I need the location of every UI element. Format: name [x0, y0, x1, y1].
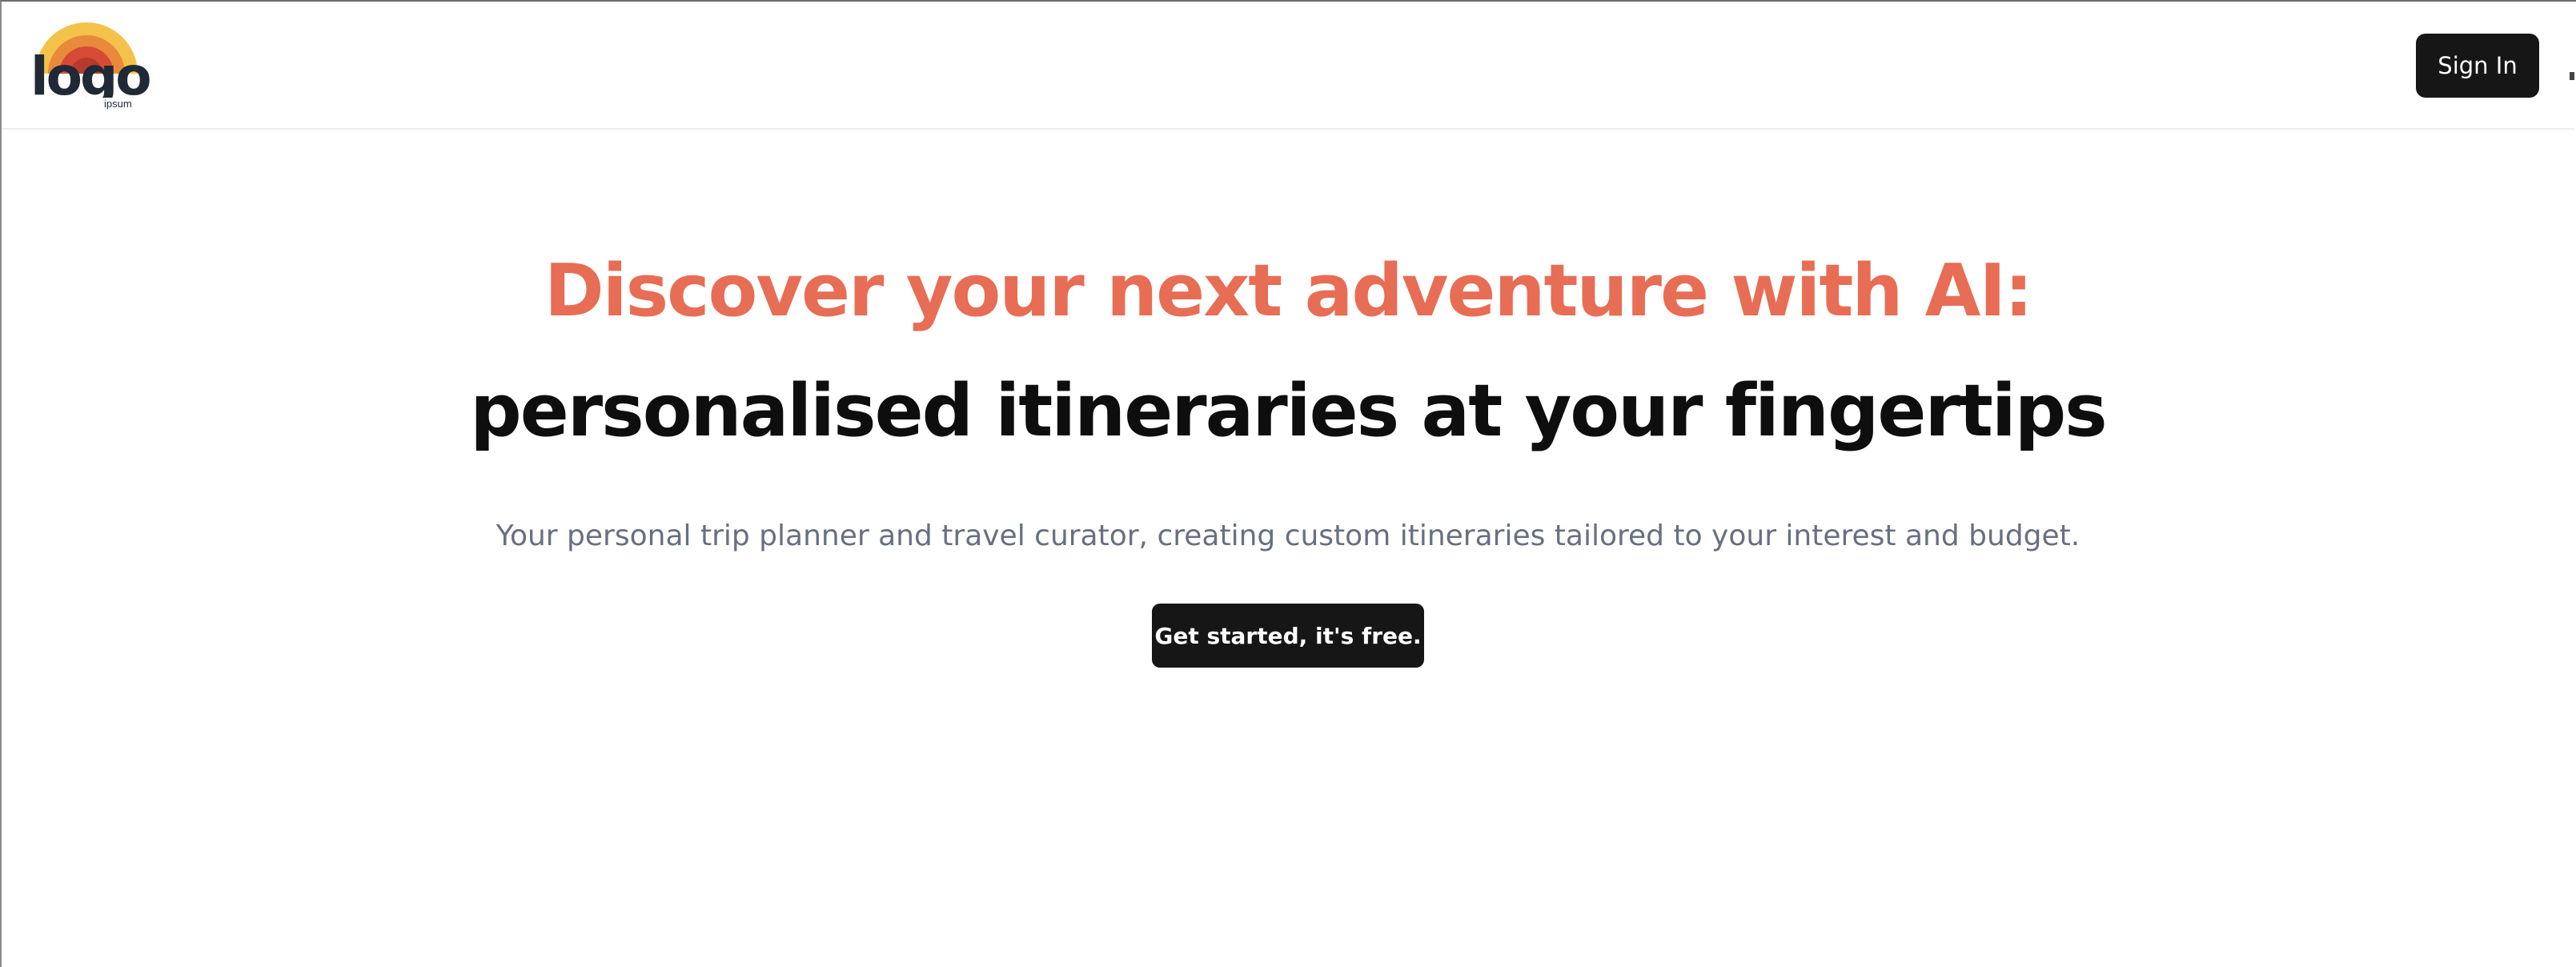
headline-main: personalised itineraries at your fingert… [470, 369, 2107, 453]
get-started-button[interactable]: Get started, it's free. [1152, 604, 1424, 668]
app-window: logo ipsum Sign In Discover your next ad… [0, 0, 2576, 967]
logo[interactable]: logo ipsum [30, 18, 152, 114]
sign-in-button[interactable]: Sign In [2416, 34, 2539, 98]
navbar: logo ipsum Sign In [2, 2, 2574, 130]
hero-subtitle: Your personal trip planner and travel cu… [496, 520, 2080, 552]
logo-subtext: ipsum [104, 98, 132, 110]
window-edge-marker [2570, 72, 2574, 80]
headline-accent: Discover your next adventure with AI: [544, 249, 2033, 333]
logo-wordmark: logo [30, 46, 150, 98]
logo-icon: logo [30, 22, 152, 107]
hero-section: Discover your next adventure with AI: pe… [2, 130, 2574, 668]
